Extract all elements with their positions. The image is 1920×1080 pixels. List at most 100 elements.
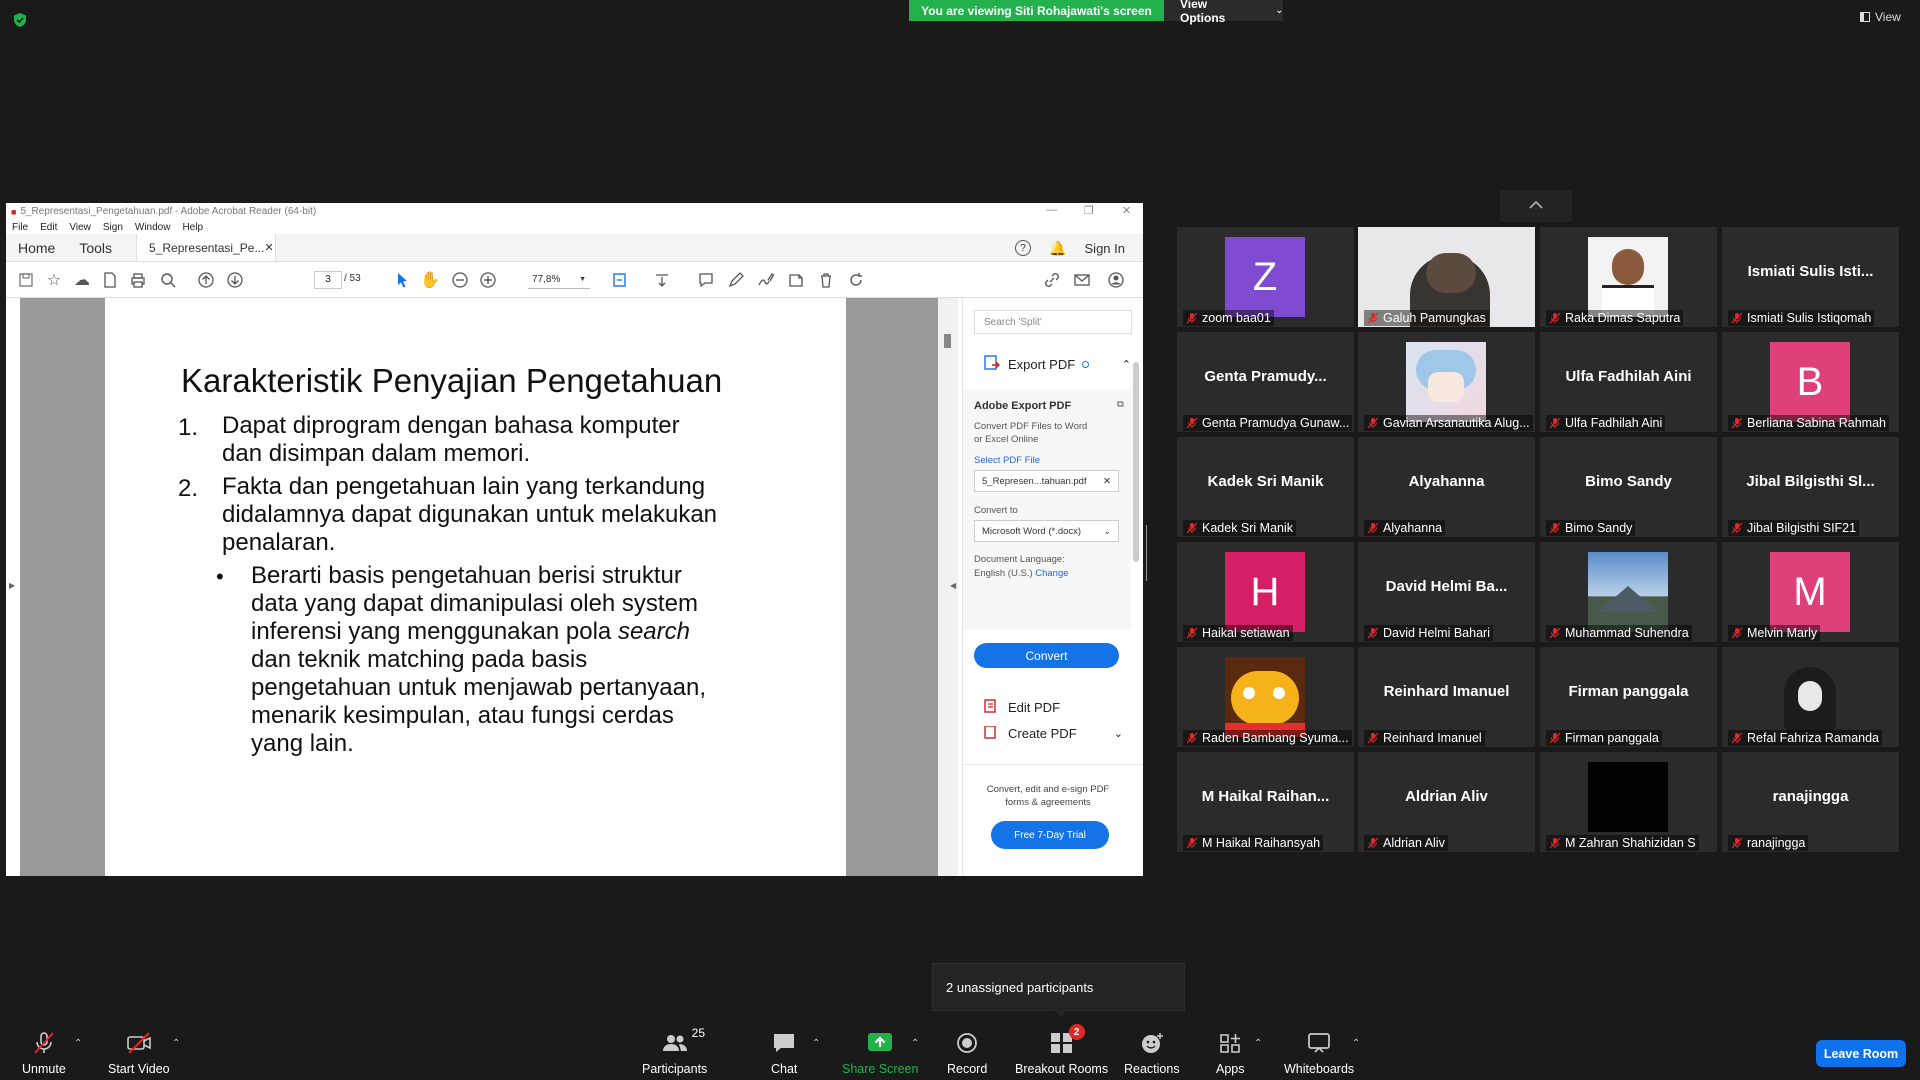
breakout-rooms-button[interactable]: 2 Breakout Rooms bbox=[1015, 1024, 1108, 1076]
chat-button[interactable]: Chat bbox=[771, 1030, 797, 1076]
menu-edit[interactable]: Edit bbox=[40, 222, 57, 233]
close-window-icon[interactable]: ✕ bbox=[1122, 204, 1131, 217]
scroll-mode-icon[interactable] bbox=[652, 270, 672, 290]
menu-window[interactable]: Window bbox=[135, 222, 171, 233]
create-pdf-tool[interactable]: Create PDF ⌄ bbox=[983, 726, 1123, 740]
sign-icon[interactable] bbox=[756, 270, 776, 290]
email-icon[interactable] bbox=[1072, 270, 1092, 290]
participant-tile[interactable]: Refal Fahriza Ramanda bbox=[1722, 647, 1899, 747]
scrollbar-thumb[interactable] bbox=[944, 334, 951, 348]
tab-document[interactable]: 5_Representasi_Pe... ✕ bbox=[136, 234, 277, 261]
participant-tile[interactable]: H Haikal setiawan bbox=[1177, 542, 1354, 642]
edit-pdf-tool[interactable]: Edit PDF bbox=[983, 698, 1060, 717]
participant-tile[interactable]: M Melvin Marly bbox=[1722, 542, 1899, 642]
zoom-level-select[interactable]: 77,8% ▼ bbox=[528, 271, 590, 289]
comment-icon[interactable] bbox=[696, 270, 716, 290]
participant-tile[interactable]: Gavian Arsanautika Alug... bbox=[1358, 332, 1535, 432]
participant-tile[interactable]: Alyahanna Alyahanna bbox=[1358, 437, 1535, 537]
participant-tile[interactable]: Galuh Pamungkas bbox=[1358, 227, 1535, 327]
export-pdf-tool-header[interactable]: Export PDF ⌃ bbox=[963, 346, 1131, 382]
participant-tile[interactable]: Firman panggala Firman panggala bbox=[1540, 647, 1717, 747]
change-language-link[interactable]: Change bbox=[1035, 568, 1068, 579]
account-icon[interactable] bbox=[1106, 270, 1126, 290]
pen-icon[interactable] bbox=[726, 270, 746, 290]
bell-icon[interactable]: 🔔 bbox=[1049, 240, 1066, 257]
participant-tile[interactable]: M Zahran Shahizidan S bbox=[1540, 752, 1717, 852]
left-panel-toggle-icon[interactable]: ▶ bbox=[9, 581, 15, 590]
tools-search-input[interactable]: Search 'Split' bbox=[974, 310, 1132, 334]
record-button[interactable]: Record bbox=[947, 1030, 987, 1076]
select-cursor-icon[interactable] bbox=[392, 270, 412, 290]
leave-room-button[interactable]: Leave Room bbox=[1816, 1040, 1906, 1067]
copy-icon[interactable]: ⧉ bbox=[1117, 398, 1124, 411]
convert-format-select[interactable]: Microsoft Word (*.docx) ⌄ bbox=[974, 520, 1119, 542]
page-number-input[interactable]: 3 bbox=[314, 271, 342, 289]
unmute-button[interactable]: Unmute bbox=[22, 1030, 66, 1076]
whiteboards-button[interactable]: Whiteboards bbox=[1284, 1030, 1354, 1076]
maximize-icon[interactable]: ❐ bbox=[1084, 204, 1094, 217]
menu-help[interactable]: Help bbox=[182, 222, 203, 233]
minimize-icon[interactable]: — bbox=[1046, 204, 1057, 216]
menu-file[interactable]: File bbox=[12, 222, 28, 233]
apps-button[interactable]: Apps bbox=[1216, 1030, 1245, 1076]
previous-page-icon[interactable] bbox=[196, 270, 216, 290]
free-trial-button[interactable]: Free 7-Day Trial bbox=[991, 821, 1109, 849]
participant-tile[interactable]: B Berliana Sabina Rahmah bbox=[1722, 332, 1899, 432]
hand-tool-icon[interactable]: ✋ bbox=[420, 270, 440, 290]
gallery-page-up-button[interactable] bbox=[1500, 190, 1572, 222]
zoom-in-icon[interactable] bbox=[478, 270, 498, 290]
menu-sign[interactable]: Sign bbox=[103, 222, 123, 233]
trash-icon[interactable] bbox=[816, 270, 836, 290]
selected-file-field[interactable]: 5_Represen...tahuan.pdf ✕ bbox=[974, 470, 1119, 492]
page-fit-icon[interactable] bbox=[610, 270, 630, 290]
view-options-button[interactable]: View Options ⌄ bbox=[1164, 0, 1283, 25]
reactions-button[interactable]: Reactions bbox=[1124, 1030, 1180, 1076]
participant-tile[interactable]: Zzoom baa01 bbox=[1177, 227, 1354, 327]
participant-tile[interactable]: Kadek Sri Manik Kadek Sri Manik bbox=[1177, 437, 1354, 537]
cloud-upload-icon[interactable]: ☁ bbox=[72, 270, 92, 290]
unassigned-participants-tooltip[interactable]: 2 unassigned participants bbox=[932, 963, 1185, 1011]
participant-tile[interactable]: Raden Bambang Syuma... bbox=[1177, 647, 1354, 747]
rotate-icon[interactable] bbox=[846, 270, 866, 290]
share-link-icon[interactable] bbox=[1042, 270, 1062, 290]
close-tab-icon[interactable]: ✕ bbox=[264, 241, 273, 254]
participant-tile[interactable]: Genta Pramudy... Genta Pramudya Gunaw... bbox=[1177, 332, 1354, 432]
view-button[interactable]: View bbox=[1860, 10, 1901, 24]
participant-tile[interactable]: Reinhard Imanuel Reinhard Imanuel bbox=[1358, 647, 1535, 747]
split-view-divider[interactable] bbox=[1146, 525, 1150, 581]
help-icon[interactable]: ? bbox=[1015, 240, 1032, 256]
participant-tile[interactable]: Ulfa Fadhilah Aini Ulfa Fadhilah Aini bbox=[1540, 332, 1717, 432]
participant-tile[interactable]: Muhammad Suhendra bbox=[1540, 542, 1717, 642]
star-icon[interactable]: ☆ bbox=[44, 270, 64, 290]
next-page-icon[interactable] bbox=[225, 270, 245, 290]
share-options-caret[interactable]: ⌃ bbox=[911, 1038, 919, 1049]
zoom-out-icon[interactable] bbox=[450, 270, 470, 290]
share-screen-button[interactable]: Share Screen bbox=[842, 1030, 918, 1076]
participant-tile[interactable]: Bimo Sandy Bimo Sandy bbox=[1540, 437, 1717, 537]
participant-tile[interactable]: M Haikal Raihan... M Haikal Raihansyah bbox=[1177, 752, 1354, 852]
file-icon[interactable] bbox=[100, 270, 120, 290]
select-pdf-label[interactable]: Select PDF File bbox=[974, 454, 1040, 467]
menu-view[interactable]: View bbox=[69, 222, 91, 233]
security-shield-icon[interactable] bbox=[12, 12, 28, 28]
sign-in-link[interactable]: Sign In bbox=[1085, 241, 1125, 256]
audio-options-caret[interactable]: ⌃ bbox=[74, 1038, 82, 1049]
zoom-search-icon[interactable] bbox=[158, 270, 178, 290]
right-panel-toggle-icon[interactable]: ◀ bbox=[950, 581, 956, 590]
apps-options-caret[interactable]: ⌃ bbox=[1254, 1038, 1262, 1049]
print-icon[interactable] bbox=[128, 270, 148, 290]
save-icon[interactable] bbox=[16, 270, 36, 290]
tab-home[interactable]: Home bbox=[6, 234, 67, 261]
whiteboards-options-caret[interactable]: ⌃ bbox=[1352, 1038, 1360, 1049]
participant-tile[interactable]: Aldrian Aliv Aldrian Aliv bbox=[1358, 752, 1535, 852]
start-video-button[interactable]: Start Video bbox=[108, 1030, 170, 1076]
chevron-up-icon[interactable]: ⌃ bbox=[1122, 358, 1131, 371]
participant-tile[interactable]: ranajingga ranajingga bbox=[1722, 752, 1899, 852]
video-options-caret[interactable]: ⌃ bbox=[172, 1038, 180, 1049]
participant-tile[interactable]: Raka Dimas Saputra bbox=[1540, 227, 1717, 327]
participant-tile[interactable]: Ismiati Sulis Isti... Ismiati Sulis Istiq… bbox=[1722, 227, 1899, 327]
participants-button[interactable]: 25 Participants bbox=[642, 1026, 707, 1076]
chat-options-caret[interactable]: ⌃ bbox=[812, 1038, 820, 1049]
clear-file-icon[interactable]: ✕ bbox=[1103, 476, 1111, 487]
participant-tile[interactable]: David Helmi Ba... David Helmi Bahari bbox=[1358, 542, 1535, 642]
